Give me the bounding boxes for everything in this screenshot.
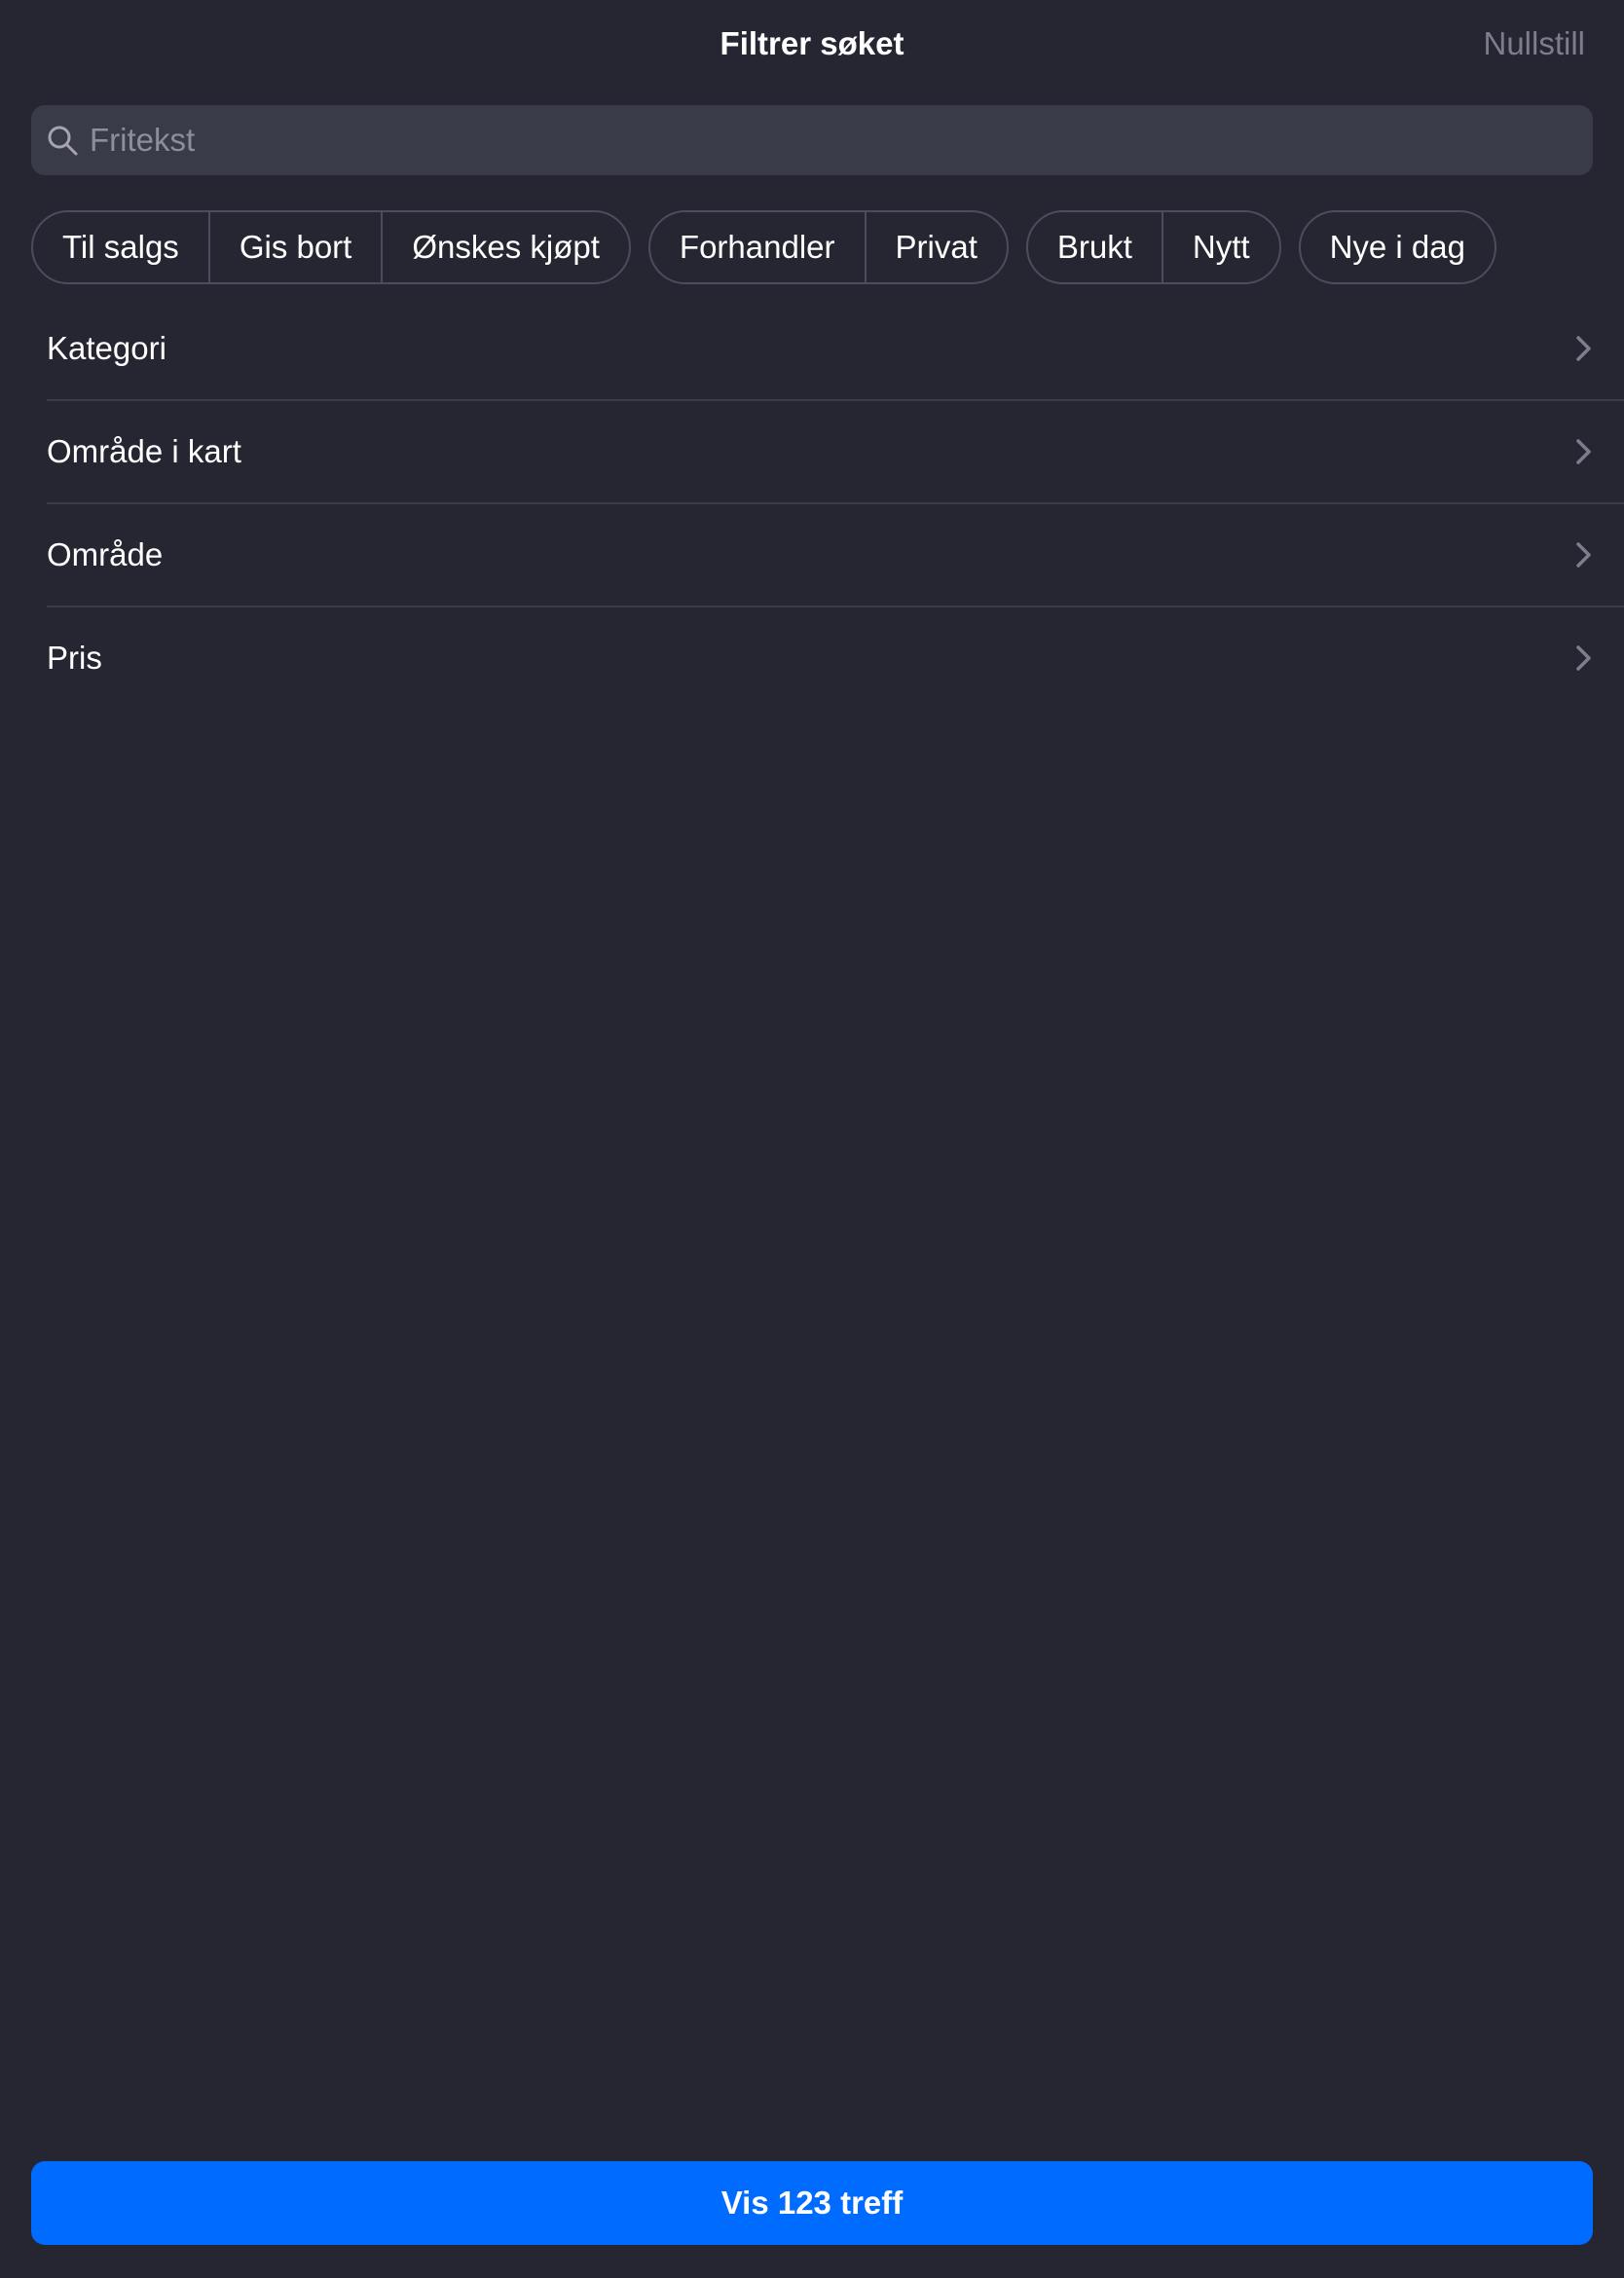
- filter-label: Område i kart: [47, 433, 241, 469]
- header: Filtrer søket Nullstill: [0, 0, 1624, 88]
- filter-row-omrade-i-kart[interactable]: Område i kart: [47, 401, 1624, 504]
- chip-group-published: Nye i dag: [1298, 210, 1496, 284]
- filter-screen: Filtrer søket Nullstill Til salgs Gis bo…: [0, 0, 1624, 2278]
- chip-group-seller-type: Forhandler Privat: [647, 210, 1009, 284]
- chip-gis-bort[interactable]: Gis bort: [210, 212, 384, 282]
- chevron-right-icon: [1576, 439, 1591, 464]
- filter-label: Kategori: [47, 330, 166, 366]
- chevron-right-icon: [1576, 542, 1591, 568]
- search-input[interactable]: [90, 105, 1569, 175]
- filter-row-pris[interactable]: Pris: [47, 607, 1624, 711]
- filter-row-omrade[interactable]: Område: [47, 504, 1624, 607]
- chip-group-condition: Brukt Nytt: [1025, 210, 1281, 284]
- search-box[interactable]: [31, 105, 1593, 175]
- chip-group-ad-type: Til salgs Gis bort Ønskes kjøpt: [31, 210, 631, 284]
- filter-list: Kategori Område i kart Område Pris: [47, 298, 1624, 711]
- chip-privat[interactable]: Privat: [867, 212, 1007, 282]
- chip-brukt[interactable]: Brukt: [1028, 212, 1163, 282]
- filter-chips: Til salgs Gis bort Ønskes kjøpt Forhandl…: [31, 210, 1496, 284]
- chip-til-salgs[interactable]: Til salgs: [33, 212, 210, 282]
- search-icon: [48, 126, 78, 156]
- chevron-right-icon: [1576, 336, 1591, 361]
- chip-nytt[interactable]: Nytt: [1163, 212, 1279, 282]
- show-results-button[interactable]: Vis 123 treff: [31, 2161, 1593, 2245]
- chip-forhandler[interactable]: Forhandler: [650, 212, 867, 282]
- page-title: Filtrer søket: [720, 25, 904, 61]
- filter-label: Område: [47, 536, 164, 572]
- filter-row-kategori[interactable]: Kategori: [47, 298, 1624, 401]
- filter-label: Pris: [47, 640, 102, 676]
- reset-button[interactable]: Nullstill: [1483, 23, 1585, 64]
- chip-onskes-kjopt[interactable]: Ønskes kjøpt: [383, 212, 629, 282]
- chip-nye-i-dag[interactable]: Nye i dag: [1301, 212, 1495, 282]
- chevron-right-icon: [1576, 645, 1591, 671]
